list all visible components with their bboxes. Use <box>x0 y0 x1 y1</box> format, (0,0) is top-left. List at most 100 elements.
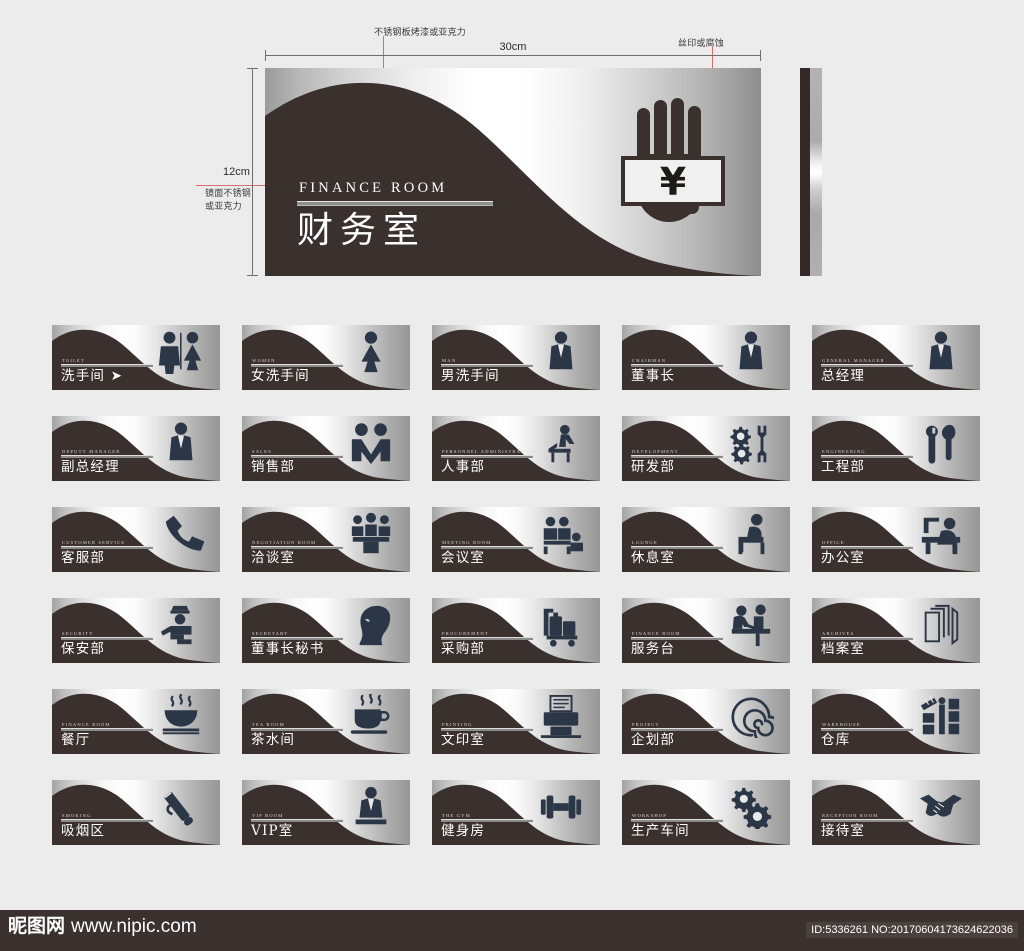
sign-divider <box>251 455 343 458</box>
sign-divider <box>821 728 913 731</box>
sign-english: THE GYM <box>442 813 471 818</box>
sign-chinese: 茶水间 <box>251 731 296 748</box>
specification-area: 不锈钢板烤漆或亚克力 丝印或腐蚀 镜面不锈钢或亚克力 30cm 12cm ¥ F… <box>0 0 1024 300</box>
sign-divider <box>441 455 533 458</box>
sign-english: OFFICE <box>822 540 845 545</box>
sign-card: FINANCE ROOM 餐厅 <box>52 689 220 754</box>
sign-chinese: 董事长秘书 <box>251 640 325 657</box>
spiral-icon <box>728 694 785 748</box>
sign-english: CUSTOMER SERVICE <box>62 540 126 545</box>
sign-chinese: 档案室 <box>821 640 866 657</box>
sign-card: ENGINEERING 工程部 <box>812 416 980 481</box>
three-people-table-icon <box>348 512 394 556</box>
sign-text-block: LOUNGE 休息室 <box>631 540 735 565</box>
woman-head-profile-icon <box>348 603 394 647</box>
site-url: www.nipic.com <box>71 916 197 937</box>
man-woman-icon <box>158 330 204 375</box>
steaming-cup-icon <box>348 692 394 738</box>
warehouse-shelves-icon <box>918 694 964 738</box>
main-sign-divider <box>297 201 493 206</box>
sign-chinese: 总经理 <box>821 367 866 384</box>
sign-text-block: WOMEN 女洗手间 <box>251 358 355 383</box>
sign-divider <box>631 546 723 549</box>
sign-text-block: ARCHIVES 档案室 <box>821 631 925 656</box>
sign-chinese: 董事长 <box>631 367 676 384</box>
dimension-width-cap-left <box>265 50 266 61</box>
sign-text-block: RECEPTION ROOM 接待室 <box>821 813 925 838</box>
dimension-height-bar <box>252 68 253 276</box>
edge-profile-dark <box>800 68 810 276</box>
sign-chinese: 洗手间 ➤ <box>61 367 124 384</box>
suit-man-icon <box>918 330 964 374</box>
sign-text-block: CHAIRMAN 董事长 <box>631 358 735 383</box>
sign-text-block: DEPUTY MANAGER 副总经理 <box>61 449 165 474</box>
sign-card: SECURITY 保安部 <box>52 598 220 663</box>
sign-english: WOMEN <box>252 358 276 363</box>
sign-chinese: 休息室 <box>631 549 676 566</box>
sign-english: ENGINEERING <box>822 449 866 454</box>
sign-chinese: 保安部 <box>61 640 106 657</box>
svg-text:¥: ¥ <box>660 160 686 204</box>
sign-english: SMOKING <box>62 813 92 818</box>
main-sign-chinese: 财务室 <box>297 210 427 251</box>
sign-card: ARCHIVES 档案室 <box>812 598 980 663</box>
suit-man-icon <box>158 421 204 465</box>
sign-text-block: WORKSHOP 生产车间 <box>631 813 735 838</box>
sign-card: RECEPTION ROOM 接待室 <box>812 780 980 845</box>
sign-divider <box>441 364 533 367</box>
sign-divider <box>631 819 723 822</box>
sign-divider <box>821 364 913 367</box>
sign-divider <box>61 455 153 458</box>
handshake-two-people-icon <box>348 421 394 465</box>
sign-english: SECURITY <box>62 631 94 636</box>
footer-watermark-bar: 昵图网 www.nipic.com ID:5336261 NO:20170604… <box>0 910 1024 951</box>
sign-card: LOUNGE 休息室 <box>622 507 790 572</box>
sign-divider <box>61 728 153 731</box>
sign-english: WAREHOUSE <box>822 722 861 727</box>
sign-text-block: WAREHOUSE 仓库 <box>821 722 925 747</box>
sign-text-block: THE GYM 健身房 <box>441 813 545 838</box>
sign-english: FINANCE ROOM <box>632 631 681 636</box>
two-gears-icon <box>728 785 774 831</box>
wrench-screwdriver-icon <box>918 421 964 465</box>
woman-icon <box>348 330 394 374</box>
sign-chinese: 生产车间 <box>631 822 690 839</box>
annotation-material-top-left: 不锈钢板烤漆或亚克力 <box>374 28 467 38</box>
sign-divider <box>251 546 343 549</box>
sign-divider <box>61 637 153 640</box>
sign-english: FINANCE ROOM <box>62 722 111 727</box>
sign-english: TOILET <box>62 358 85 363</box>
sign-divider <box>251 637 343 640</box>
security-guard-icon <box>158 603 204 647</box>
sign-divider <box>251 819 343 822</box>
sign-divider <box>251 364 343 367</box>
sign-english: SECRETARY <box>252 631 289 636</box>
sign-card: DEVELOPMENT 研发部 <box>622 416 790 481</box>
sign-card: SMOKING 吸烟区 <box>52 780 220 845</box>
sign-card: GENERAL MANAGER 总经理 <box>812 325 980 390</box>
printer-icon <box>538 694 584 739</box>
sign-grid: TOILET 洗手间 ➤ WOMEN 女洗手间 MAN 男洗手间 CHAIRMAN 董事长 GE… <box>52 325 980 845</box>
steaming-bowl-icon <box>158 693 204 738</box>
sign-text-block: SALES 销售部 <box>251 449 355 474</box>
sign-card: TEA ROOM 茶水间 <box>242 689 410 754</box>
sign-english: VIP ROOM <box>252 813 284 818</box>
dimension-width-label: 30cm <box>494 41 532 53</box>
sign-chinese: 工程部 <box>821 458 866 475</box>
sign-chinese: 销售部 <box>251 458 296 475</box>
main-sign-preview: ¥ FINANCE ROOM 财务室 <box>265 68 761 276</box>
luggage-cart-icon <box>538 603 584 647</box>
sign-english: GENERAL MANAGER <box>822 358 885 363</box>
sign-text-block: FINANCE ROOM 服务台 <box>631 631 735 656</box>
sign-edge-profile <box>800 68 822 276</box>
sign-chinese: 男洗手间 <box>441 367 500 384</box>
sign-divider <box>61 546 153 549</box>
sign-divider <box>251 728 343 731</box>
sign-card: PROCUREMENT 采购部 <box>432 598 600 663</box>
sign-chinese: 健身房 <box>441 822 486 839</box>
sign-card: CHAIRMAN 董事长 <box>622 325 790 390</box>
sign-chinese: 女洗手间 <box>251 367 310 384</box>
site-brand: 昵图网 www.nipic.com <box>8 916 197 937</box>
sign-card: DEPUTY MANAGER 副总经理 <box>52 416 220 481</box>
sign-card: SECRETARY 董事长秘书 <box>242 598 410 663</box>
